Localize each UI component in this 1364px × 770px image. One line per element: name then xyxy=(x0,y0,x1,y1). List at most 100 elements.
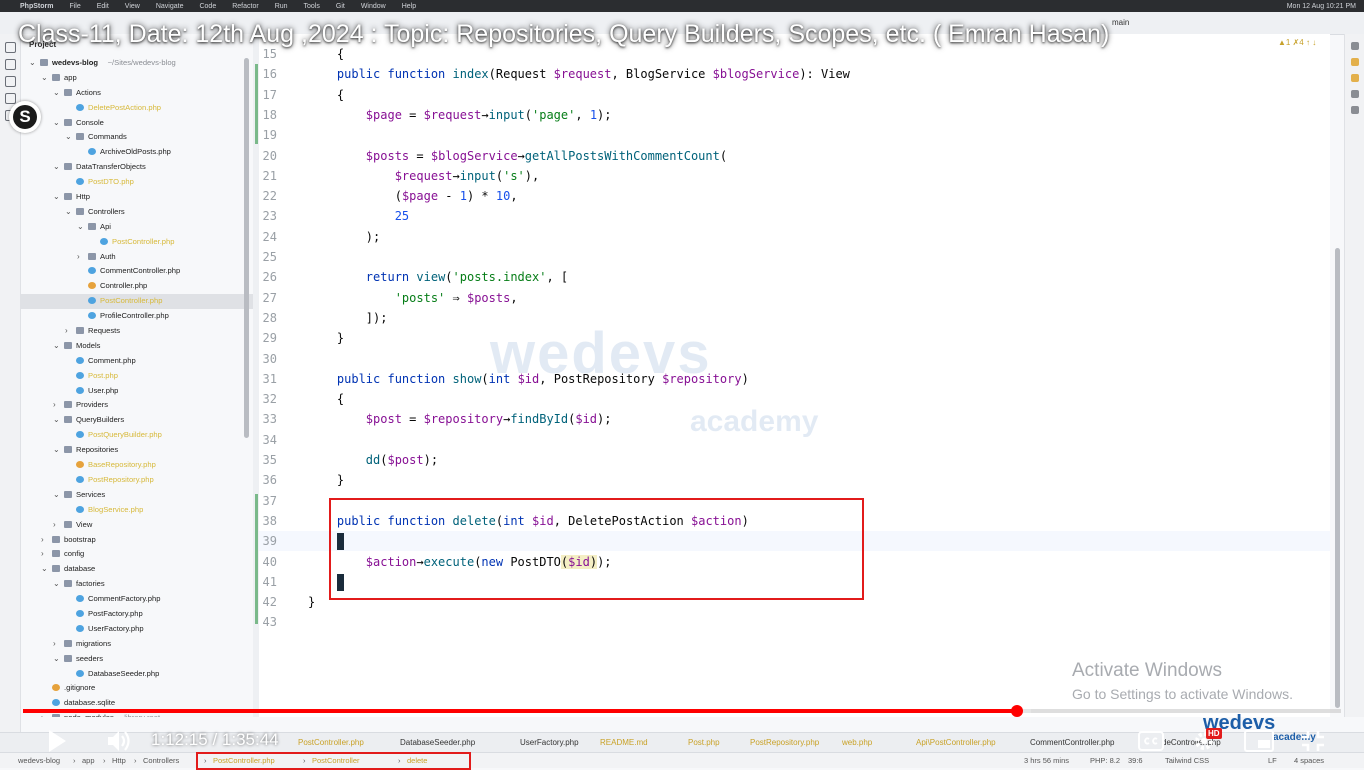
chevron-down-icon[interactable]: ⌄ xyxy=(65,133,72,141)
tree-item[interactable]: ⌄ Console xyxy=(21,116,253,131)
editor-tab[interactable]: UserFactory.php xyxy=(520,738,579,747)
status-line-separator[interactable]: LF xyxy=(1268,756,1277,765)
editor-tab[interactable]: README.md xyxy=(600,738,648,747)
tree-item[interactable]: User.php xyxy=(21,384,253,399)
tree-item[interactable]: ⌄ Models xyxy=(21,339,253,354)
tree-item[interactable]: PostRepository.php xyxy=(21,473,253,488)
chevron-down-icon[interactable]: ⌄ xyxy=(41,73,48,82)
chevron-right-icon[interactable]: › xyxy=(77,252,80,261)
structure-tool-icon[interactable] xyxy=(4,93,16,104)
tree-item[interactable]: ⌄ database xyxy=(21,562,253,577)
tree-item[interactable]: ⌄ Api xyxy=(21,220,253,235)
editor-tab[interactable]: PostController.php xyxy=(298,738,364,747)
chevron-down-icon[interactable]: ⌄ xyxy=(65,207,72,216)
chevron-down-icon[interactable]: ⌄ xyxy=(53,341,60,350)
chevron-down-icon[interactable]: ⌄ xyxy=(53,580,60,588)
chevron-down-icon[interactable]: ⌄ xyxy=(53,490,60,499)
code-line[interactable]: 17 { xyxy=(259,85,1330,105)
ai-assistant-icon[interactable] xyxy=(1351,74,1359,82)
tree-item[interactable]: ⌄ factories xyxy=(21,577,253,592)
tree-item[interactable]: CommentController.php xyxy=(21,264,253,279)
tree-item[interactable]: ⌄ wedevs-blog ~/Sites/wedevs-blog xyxy=(21,56,253,71)
miniplayer-icon[interactable] xyxy=(1244,730,1274,752)
tree-item[interactable]: ⌄ Controllers xyxy=(21,205,253,220)
tree-item[interactable]: DatabaseSeeder.php xyxy=(21,667,253,682)
code-line[interactable]: 36 } xyxy=(259,470,1330,490)
exit-fullscreen-icon[interactable] xyxy=(1300,729,1326,753)
tree-item[interactable]: Post.php xyxy=(21,369,253,384)
menu-item[interactable]: Code xyxy=(199,3,216,10)
code-line[interactable]: 16 public function index(Request $reques… xyxy=(259,64,1330,84)
chevron-right-icon[interactable]: › xyxy=(53,639,56,648)
tree-item[interactable]: ⌄ QueryBuilders xyxy=(21,413,253,428)
code-line[interactable]: 26 return view('posts.index', [ xyxy=(259,267,1330,287)
tree-item[interactable]: .gitignore xyxy=(21,681,253,696)
chevron-down-icon[interactable]: ⌄ xyxy=(53,163,60,171)
menu-item[interactable]: Git xyxy=(336,3,345,10)
chevron-down-icon[interactable]: ⌄ xyxy=(53,416,60,424)
code-line[interactable]: 22 ($page - 1) * 10, xyxy=(259,186,1330,206)
app-menu[interactable]: PhpStorm xyxy=(20,3,53,10)
scrubber-handle[interactable] xyxy=(1010,705,1023,717)
database-tool-icon[interactable] xyxy=(1351,58,1359,66)
chevron-down-icon[interactable]: ⌄ xyxy=(53,118,60,127)
tree-item[interactable]: PostController.php xyxy=(21,235,253,250)
breadcrumb-item[interactable]: wedevs-blog xyxy=(18,756,60,765)
tree-item[interactable]: › Providers xyxy=(21,398,253,413)
editor-tab[interactable]: web.php xyxy=(842,738,872,747)
code-line[interactable]: 18 $page = $request→input('page', 1); xyxy=(259,105,1330,125)
chevron-down-icon[interactable]: ⌄ xyxy=(53,446,60,454)
menu-item[interactable]: Tools xyxy=(304,3,320,10)
menu-item[interactable]: View xyxy=(125,3,140,10)
code-line[interactable]: 21 $request→input('s'), xyxy=(259,166,1330,186)
chevron-right-icon[interactable]: › xyxy=(41,714,44,717)
tree-item[interactable]: BaseRepository.php xyxy=(21,458,253,473)
status-php-version[interactable]: PHP: 8.2 xyxy=(1090,756,1120,765)
project-tool-icon[interactable] xyxy=(4,42,16,53)
gradle-tool-icon[interactable] xyxy=(1351,90,1359,98)
tree-item[interactable]: ⌄ DataTransferObjects xyxy=(21,160,253,175)
breadcrumb-item[interactable]: app xyxy=(82,756,95,765)
menu-item[interactable]: Window xyxy=(361,3,386,10)
chevron-down-icon[interactable]: ⌄ xyxy=(53,88,60,97)
editor-tab[interactable]: PostRepository.php xyxy=(750,738,819,747)
tree-item[interactable]: Controller.php xyxy=(21,279,253,294)
captions-icon[interactable] xyxy=(1138,731,1164,751)
code-line[interactable]: 27 'posts' ⇒ $posts, xyxy=(259,288,1330,308)
commit-tool-icon[interactable] xyxy=(4,59,16,70)
chevron-down-icon[interactable]: ⌄ xyxy=(77,222,84,231)
menu-item[interactable]: File xyxy=(69,3,80,10)
chevron-right-icon[interactable]: › xyxy=(53,520,56,529)
tree-item[interactable]: › migrations xyxy=(21,637,253,652)
chevron-right-icon[interactable]: › xyxy=(53,401,56,409)
tree-item[interactable]: DeletePostAction.php xyxy=(21,101,253,116)
tree-item[interactable]: ⌄ Actions xyxy=(21,86,253,101)
tree-item[interactable]: PostFactory.php xyxy=(21,607,253,622)
tree-item[interactable]: PostDTO.php xyxy=(21,175,253,190)
editor-scrollbar[interactable] xyxy=(1335,248,1340,708)
tree-item[interactable]: ⌄ seeders xyxy=(21,652,253,667)
tree-item[interactable]: ⌄ app xyxy=(21,71,253,86)
tree-item[interactable]: BlogService.php xyxy=(21,503,253,518)
tree-item[interactable]: ProfileController.php xyxy=(21,309,253,324)
editor-tab[interactable]: Post.php xyxy=(688,738,720,747)
chevron-down-icon[interactable]: ⌄ xyxy=(29,59,36,67)
tree-item[interactable]: › Auth xyxy=(21,250,253,265)
remote-host-icon[interactable] xyxy=(1351,106,1359,114)
chevron-down-icon[interactable]: ⌄ xyxy=(53,654,60,663)
menu-item[interactable]: Navigate xyxy=(156,3,184,10)
video-progress-bar[interactable] xyxy=(23,705,1341,717)
status-indent[interactable]: 4 spaces xyxy=(1294,756,1324,765)
tree-item[interactable]: ⌄ Services xyxy=(21,488,253,503)
tree-item[interactable]: PostController.php xyxy=(21,294,253,310)
notifications-icon[interactable] xyxy=(1351,42,1359,50)
tree-item[interactable]: PostQueryBuilder.php xyxy=(21,428,253,443)
chevron-down-icon[interactable]: ⌄ xyxy=(41,565,48,573)
menu-item[interactable]: Run xyxy=(275,3,288,10)
volume-icon[interactable] xyxy=(106,729,132,753)
tree-item[interactable]: ⌄ Http xyxy=(21,190,253,205)
menu-item[interactable]: Refactor xyxy=(232,3,258,10)
code-line[interactable]: 35 dd($post); xyxy=(259,450,1330,470)
tree-item[interactable]: ArchiveOldPosts.php xyxy=(21,145,253,160)
chevron-right-icon[interactable]: › xyxy=(41,550,44,558)
